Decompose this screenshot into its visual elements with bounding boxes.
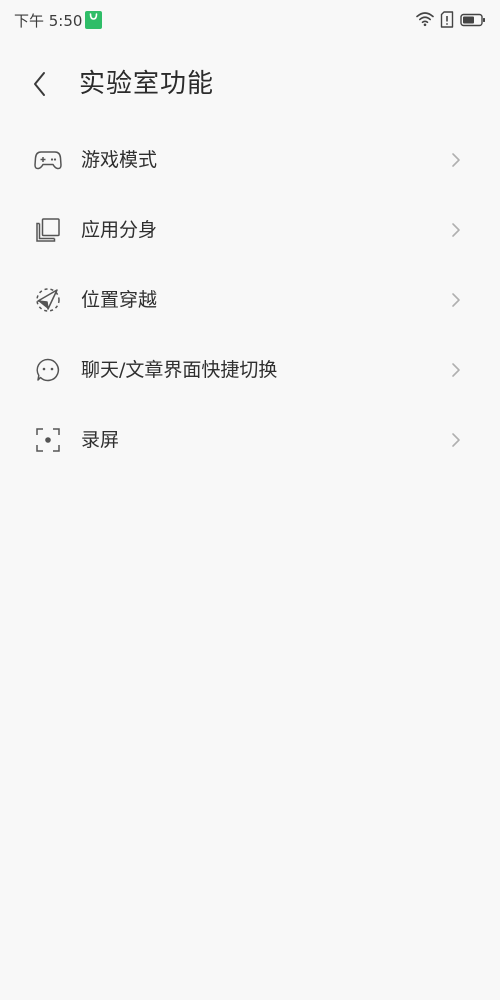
chevron-right-icon <box>452 433 460 447</box>
chat-face-icon <box>34 356 62 384</box>
screen: 下午 5:50 实验室功能 游戏模式 应用分身 位置穿越 聊天/文章界面快捷切换… <box>0 0 500 1000</box>
header: 实验室功能 <box>0 50 500 120</box>
back-button[interactable] <box>22 64 58 104</box>
chevron-right-icon <box>452 363 460 377</box>
location-arrow-icon <box>34 286 62 314</box>
screen-record-icon <box>34 426 62 454</box>
status-bar: 下午 5:50 <box>0 0 500 40</box>
status-icons <box>416 10 486 32</box>
menu-item-label: 位置穿越 <box>81 289 158 311</box>
menu-item-game-mode[interactable]: 游戏模式 <box>0 125 500 195</box>
menu-item-quick-switch[interactable]: 聊天/文章界面快捷切换 <box>0 335 500 405</box>
chevron-right-icon <box>452 223 460 237</box>
menu-item-label: 录屏 <box>81 429 120 451</box>
gamepad-icon <box>34 146 62 174</box>
clone-icon <box>34 216 62 244</box>
menu-item-label: 应用分身 <box>81 219 158 241</box>
shopping-bag-icon <box>85 11 102 29</box>
page-title: 实验室功能 <box>79 69 215 99</box>
chevron-right-icon <box>452 153 460 167</box>
sim-alert-icon <box>440 10 454 32</box>
status-time: 下午 5:50 <box>14 12 83 30</box>
menu-item-app-clone[interactable]: 应用分身 <box>0 195 500 265</box>
menu-item-screen-record[interactable]: 录屏 <box>0 405 500 475</box>
menu-item-label: 聊天/文章界面快捷切换 <box>81 359 278 381</box>
chevron-left-icon <box>34 72 45 96</box>
chevron-right-icon <box>452 293 460 307</box>
menu-item-label: 游戏模式 <box>81 149 158 171</box>
wifi-icon <box>416 11 434 31</box>
menu-list: 游戏模式 应用分身 位置穿越 聊天/文章界面快捷切换 录屏 <box>0 125 500 475</box>
menu-item-location-travel[interactable]: 位置穿越 <box>0 265 500 335</box>
battery-icon <box>460 12 486 31</box>
